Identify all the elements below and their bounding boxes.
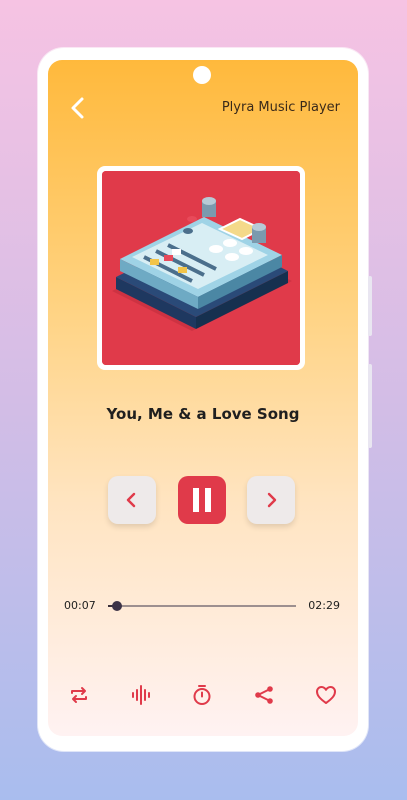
repeat-icon	[71, 687, 87, 703]
next-track-button[interactable]	[247, 476, 295, 524]
pause-button[interactable]	[178, 476, 226, 524]
sleep-timer-button[interactable]	[191, 684, 213, 706]
album-art-frame	[97, 166, 305, 370]
phone-volume-button	[368, 276, 372, 336]
pause-icon	[193, 488, 211, 512]
seek-bar[interactable]	[108, 601, 296, 611]
share-button[interactable]	[253, 684, 275, 706]
chevron-left-icon	[126, 492, 136, 508]
seek-bar-thumb[interactable]	[111, 601, 122, 611]
app-title: Plyra Music Player	[221, 100, 340, 115]
heart-icon	[316, 686, 336, 704]
player-screen: Plyra Music Player You, Me & a Love Song…	[48, 60, 358, 736]
equalizer-button[interactable]	[130, 684, 152, 706]
total-duration: 02:29	[308, 599, 340, 612]
stopwatch-icon	[193, 685, 211, 705]
favorite-button[interactable]	[315, 684, 337, 706]
album-art	[102, 171, 300, 365]
repeat-button[interactable]	[68, 684, 90, 706]
elapsed-time: 00:07	[64, 599, 96, 612]
share-icon	[255, 686, 273, 704]
song-title: You, Me & a Love Song	[106, 405, 300, 423]
camera-notch	[193, 66, 211, 84]
chevron-right-icon	[267, 492, 277, 508]
sound-wave-icon	[132, 685, 150, 705]
phone-power-button	[368, 364, 372, 448]
previous-track-button[interactable]	[108, 476, 156, 524]
chevron-left-icon	[71, 97, 84, 119]
bottom-action-bar	[48, 684, 358, 706]
back-button[interactable]	[68, 96, 88, 120]
